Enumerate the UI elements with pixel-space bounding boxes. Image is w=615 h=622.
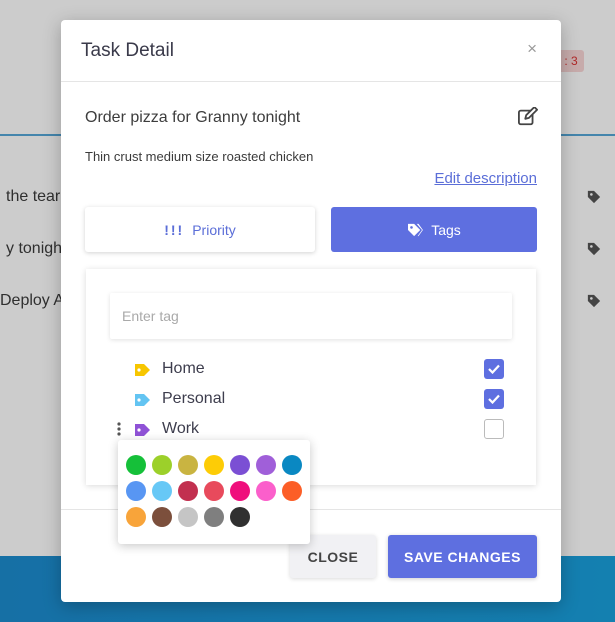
tag-label: Personal <box>162 390 226 407</box>
tag-row-home: Home <box>86 355 536 385</box>
checkmark-icon <box>488 394 500 404</box>
tag-label: Work <box>162 420 200 437</box>
color-swatch[interactable] <box>204 507 224 527</box>
priority-icon: !!! <box>164 221 185 238</box>
save-changes-button[interactable]: SAVE CHANGES <box>388 535 537 578</box>
kebab-menu-icon[interactable] <box>116 421 122 437</box>
modal-header: Task Detail × <box>61 20 561 82</box>
color-swatch[interactable] <box>126 455 146 475</box>
color-swatch[interactable] <box>230 481 250 501</box>
color-swatch[interactable] <box>152 481 172 501</box>
task-description: Thin crust medium size roasted chicken <box>85 149 314 164</box>
color-swatch[interactable] <box>126 507 146 527</box>
tag-checkbox-personal[interactable] <box>484 389 504 409</box>
color-swatch[interactable] <box>152 455 172 475</box>
checkmark-icon <box>488 364 500 374</box>
tag-icon <box>135 424 150 436</box>
color-swatch[interactable] <box>282 455 302 475</box>
tag-checkbox-home[interactable] <box>484 359 504 379</box>
color-swatch[interactable] <box>178 455 198 475</box>
color-swatch[interactable] <box>230 455 250 475</box>
color-swatch[interactable] <box>282 481 302 501</box>
color-swatch[interactable] <box>256 455 276 475</box>
color-swatch[interactable] <box>256 481 276 501</box>
tags-label: Tags <box>431 221 461 238</box>
tag-input[interactable] <box>110 293 512 339</box>
color-swatch[interactable] <box>204 481 224 501</box>
tag-color-palette <box>118 440 310 544</box>
tag-icon <box>135 364 150 376</box>
tag-row-personal: Personal <box>86 385 536 415</box>
modal-title: Task Detail <box>81 40 174 61</box>
tag-icon <box>135 394 150 406</box>
color-swatch[interactable] <box>178 507 198 527</box>
tag-checkbox-work[interactable] <box>484 419 504 439</box>
color-swatch[interactable] <box>178 481 198 501</box>
priority-button[interactable]: !!! Priority <box>85 207 315 252</box>
color-swatch[interactable] <box>126 481 146 501</box>
tags-button[interactable]: Tags <box>331 207 537 252</box>
close-icon[interactable]: × <box>527 39 537 59</box>
task-title: Order pizza for Granny tonight <box>85 109 301 126</box>
priority-label: Priority <box>192 221 236 238</box>
color-swatch[interactable] <box>204 455 224 475</box>
tag-label: Home <box>162 360 205 377</box>
edit-description-link[interactable]: Edit description <box>434 170 537 187</box>
edit-icon[interactable] <box>517 107 539 127</box>
tags-icon <box>408 223 424 236</box>
color-swatch[interactable] <box>230 507 250 527</box>
color-swatch[interactable] <box>152 507 172 527</box>
